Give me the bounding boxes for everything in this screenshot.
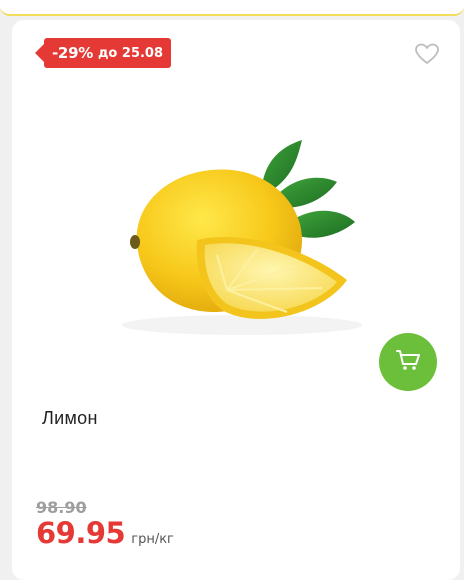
price-unit: грн/кг	[131, 532, 174, 547]
price-row: 69.95 грн/кг	[36, 516, 174, 550]
previous-card-edge	[0, 0, 464, 16]
old-price: 98.90	[36, 498, 87, 517]
product-name[interactable]: Лимон	[42, 408, 98, 429]
cart-icon	[395, 348, 421, 376]
product-image-lemon[interactable]	[97, 130, 397, 345]
heart-icon[interactable]	[414, 42, 440, 66]
product-card[interactable]: -29% до 25.08 Лимон 98.90 69.95 грн/кг	[12, 20, 460, 580]
add-to-cart-button[interactable]	[379, 333, 437, 391]
current-price: 69.95	[36, 516, 126, 550]
discount-until: до 25.08	[97, 45, 164, 61]
discount-badge: -29% до 25.08	[34, 38, 172, 68]
discount-percent: -29%	[52, 44, 93, 62]
